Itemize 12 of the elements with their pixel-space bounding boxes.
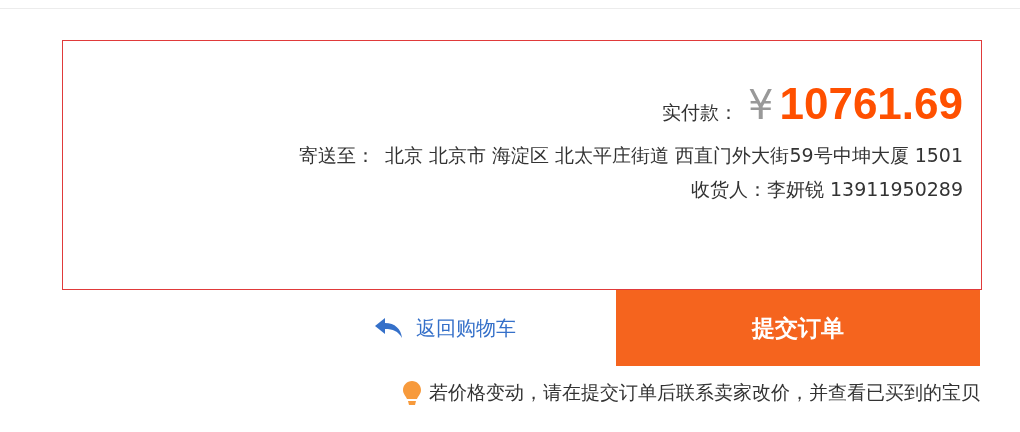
total-amount: 10761.69 — [779, 79, 963, 129]
shipping-address: 北京 北京市 海淀区 北太平庄街道 西直门外大街59号中坤大厦 1501 — [385, 143, 963, 168]
recipient-info: 李妍锐 13911950289 — [767, 177, 963, 202]
ship-to-label: 寄送至： — [299, 143, 376, 168]
price-change-notice: 若价格变动，请在提交订单后联系卖家改价，并查看已买到的宝贝 — [429, 380, 980, 405]
recipient-label: 收货人： — [691, 177, 767, 202]
back-to-cart-link[interactable]: 返回购物车 — [374, 314, 516, 342]
back-arrow-icon — [374, 317, 404, 339]
currency-sign: ¥ — [748, 82, 774, 128]
paid-label: 实付款： — [662, 100, 738, 125]
lightbulb-icon — [403, 381, 421, 405]
submit-order-button[interactable]: 提交订单 — [616, 290, 980, 366]
